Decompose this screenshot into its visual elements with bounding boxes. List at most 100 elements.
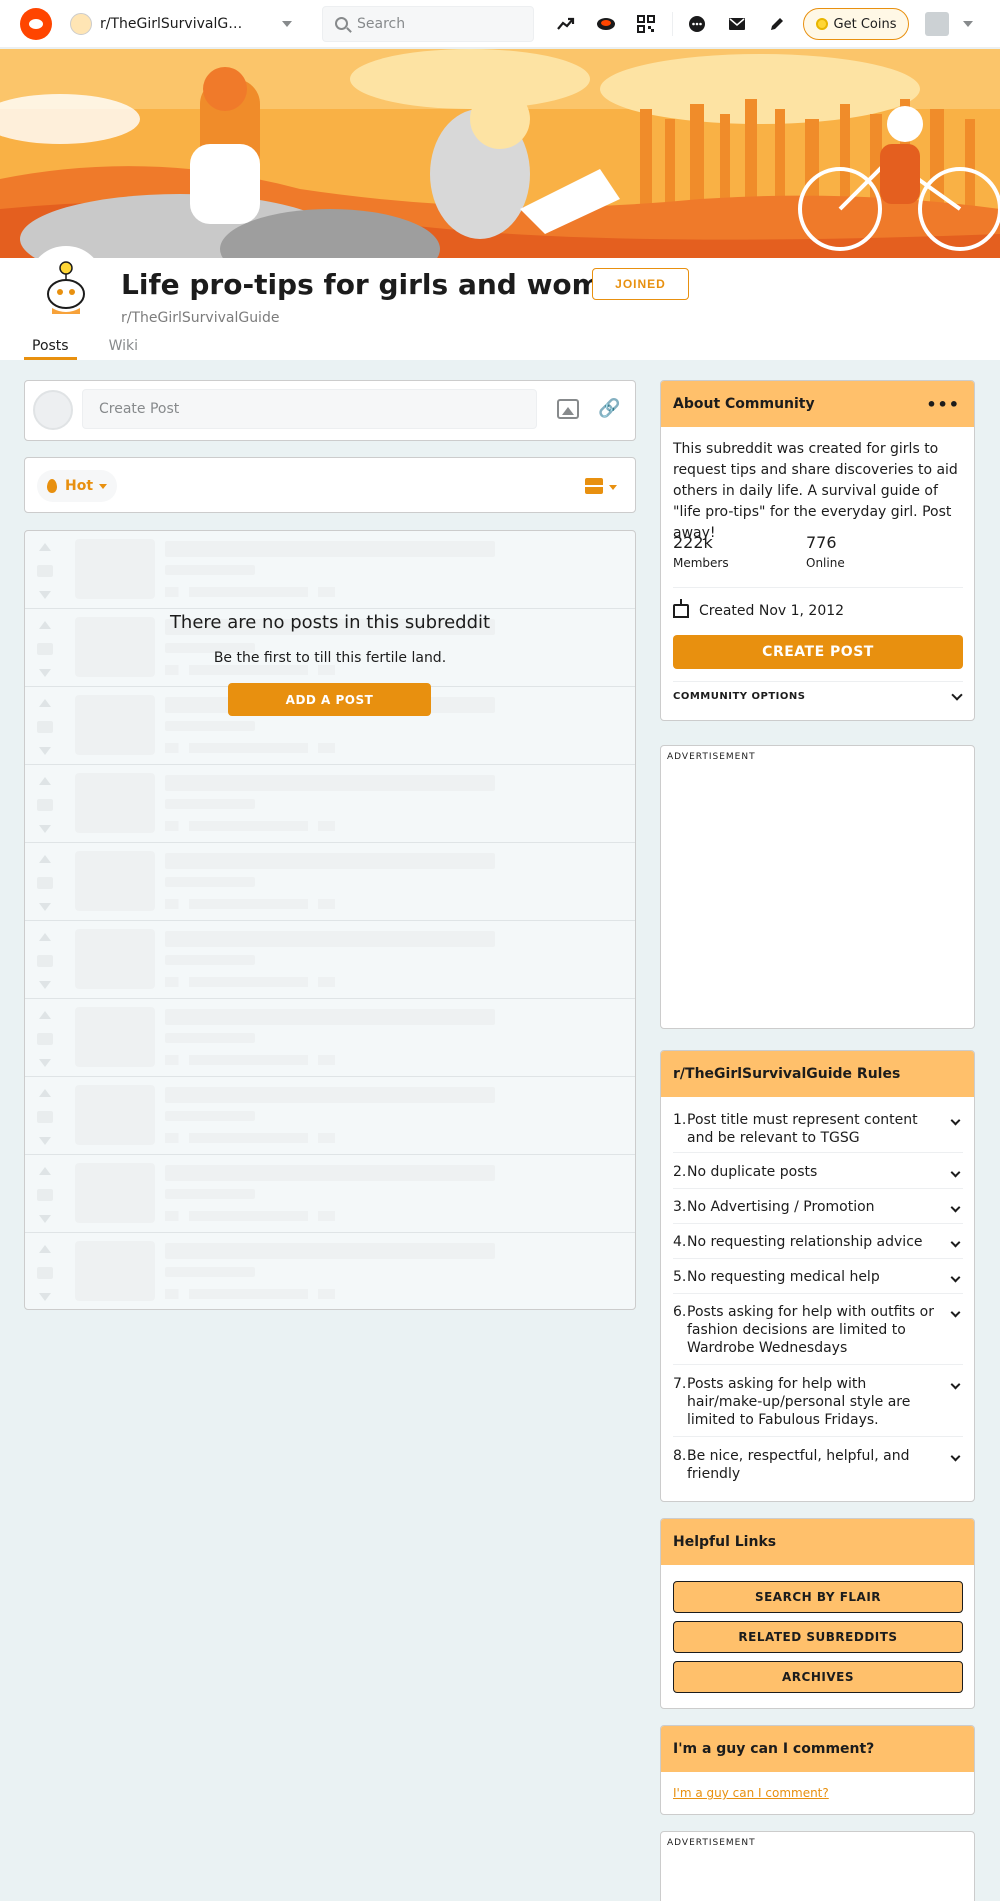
guy-comment-link[interactable]: I'm a guy can I comment? [673, 1786, 829, 1800]
user-avatar[interactable] [925, 12, 949, 36]
add-post-button[interactable]: ADD A POST [228, 683, 431, 716]
rule-item[interactable]: 3. No Advertising / Promotion [673, 1198, 963, 1224]
community-avatar [28, 246, 104, 322]
image-upload-icon[interactable] [557, 399, 579, 419]
rule-item[interactable]: 2. No duplicate posts [673, 1163, 963, 1189]
chevron-down-icon [282, 21, 292, 27]
advertisement-label: ADVERTISEMENT [667, 1838, 756, 1848]
search-by-flair-button[interactable]: SEARCH BY FLAIR [673, 1581, 963, 1613]
reddit-logo-icon[interactable] [20, 8, 52, 40]
placeholder-subtitle [165, 955, 255, 965]
create-post-button[interactable]: CREATE POST [673, 635, 963, 669]
rule-item[interactable]: 6. Posts asking for help with outfits or… [673, 1303, 963, 1365]
related-subreddits-button[interactable]: RELATED SUBREDDITS [673, 1621, 963, 1653]
placeholder-vote [37, 1089, 53, 1145]
placeholder-thumbnail [75, 773, 155, 833]
create-post-input[interactable] [82, 389, 537, 429]
vote-count-placeholder [37, 721, 53, 733]
rule-item[interactable]: 7. Posts asking for help with hair/make-… [673, 1375, 963, 1437]
placeholder-thumbnail [75, 1241, 155, 1301]
vote-count-placeholder [37, 799, 53, 811]
post-feed-placeholder [24, 530, 636, 1310]
link-icon[interactable]: 🔗 [598, 399, 620, 419]
placeholder-title [165, 1009, 495, 1025]
downvote-icon [39, 669, 51, 677]
sort-hot-dropdown[interactable]: Hot [37, 470, 117, 502]
placeholder-meta [165, 665, 335, 675]
downvote-icon [39, 1293, 51, 1301]
view-chevron-down-icon[interactable] [609, 485, 617, 490]
guy-comment-header: I'm a guy can I comment? [661, 1726, 974, 1772]
placeholder-post-row [25, 999, 635, 1077]
user-avatar[interactable] [33, 390, 73, 430]
get-coins-button[interactable]: Get Coins [803, 8, 909, 40]
placeholder-post-row [25, 1155, 635, 1233]
downvote-icon [39, 747, 51, 755]
placeholder-title [165, 541, 495, 557]
coins-shop-icon[interactable] [594, 12, 618, 36]
vote-count-placeholder [37, 1111, 53, 1123]
rule-number: 3. [673, 1199, 687, 1215]
rule-number: 4. [673, 1234, 687, 1250]
placeholder-vote [37, 855, 53, 911]
card-view-icon[interactable] [585, 478, 603, 494]
mail-icon[interactable] [725, 12, 749, 36]
created-date: Created Nov 1, 2012 [673, 599, 844, 619]
community-dropdown[interactable]: r/TheGirlSurvivalGui... [70, 8, 296, 40]
chevron-down-icon [950, 1379, 961, 1390]
placeholder-subtitle [165, 1033, 255, 1043]
create-post-bar: 🔗 [24, 380, 636, 441]
placeholder-title [165, 931, 495, 947]
placeholder-subtitle [165, 565, 255, 575]
more-options-icon[interactable]: ••• [926, 395, 960, 414]
downvote-icon [39, 903, 51, 911]
vote-count-placeholder [37, 1033, 53, 1045]
online-stat: 776 Online [806, 533, 845, 570]
joined-button[interactable]: JOINED [592, 268, 689, 300]
tab-posts[interactable]: Posts [24, 338, 77, 360]
placeholder-title [165, 775, 495, 791]
downvote-icon [39, 1137, 51, 1145]
archives-button[interactable]: ARCHIVES [673, 1661, 963, 1693]
cake-icon [673, 599, 689, 618]
user-menu-chevron-icon[interactable] [963, 21, 973, 27]
vote-count-placeholder [37, 1267, 53, 1279]
upvote-icon [39, 1167, 51, 1175]
rule-item[interactable]: 5. No requesting medical help [673, 1268, 963, 1294]
downvote-icon [39, 1215, 51, 1223]
upvote-icon [39, 855, 51, 863]
rule-item[interactable]: 1. Post title must represent content and… [673, 1111, 963, 1153]
upvote-icon [39, 1089, 51, 1097]
search-bar[interactable] [322, 6, 534, 42]
placeholder-vote [37, 1245, 53, 1301]
qr-code-icon[interactable] [634, 12, 658, 36]
upvote-icon [39, 543, 51, 551]
about-community-widget: About Community ••• This subreddit was c… [660, 380, 975, 721]
community-title: Life pro-tips for girls and women. [121, 268, 651, 301]
placeholder-vote [37, 1011, 53, 1067]
rule-text: Be nice, respectful, helpful, and friend… [687, 1448, 910, 1482]
chat-icon[interactable] [685, 12, 709, 36]
upvote-icon [39, 699, 51, 707]
rules-widget: r/TheGirlSurvivalGuide Rules 1. Post tit… [660, 1050, 975, 1502]
community-banner [0, 49, 1000, 258]
coin-icon [815, 18, 828, 30]
rule-text: No Advertising / Promotion [687, 1199, 875, 1215]
divider [673, 587, 963, 588]
placeholder-post-row [25, 531, 635, 609]
placeholder-meta [165, 821, 335, 831]
rule-item[interactable]: 8. Be nice, respectful, helpful, and fri… [673, 1447, 963, 1489]
placeholder-title [165, 1165, 495, 1181]
pencil-create-icon[interactable] [765, 12, 789, 36]
popular-trending-icon[interactable] [554, 12, 578, 36]
placeholder-post-row [25, 765, 635, 843]
tab-wiki[interactable]: Wiki [101, 338, 146, 360]
rule-number: 5. [673, 1269, 687, 1285]
search-input[interactable] [357, 16, 517, 32]
community-icon [70, 13, 92, 35]
community-options-toggle[interactable]: COMMUNITY OPTIONS [673, 681, 963, 711]
empty-feed-subtitle: Be the first to till this fertile land. [213, 650, 447, 666]
chevron-down-icon [950, 1451, 961, 1462]
advertisement-label: ADVERTISEMENT [667, 752, 756, 762]
rule-item[interactable]: 4. No requesting relationship advice [673, 1233, 963, 1259]
